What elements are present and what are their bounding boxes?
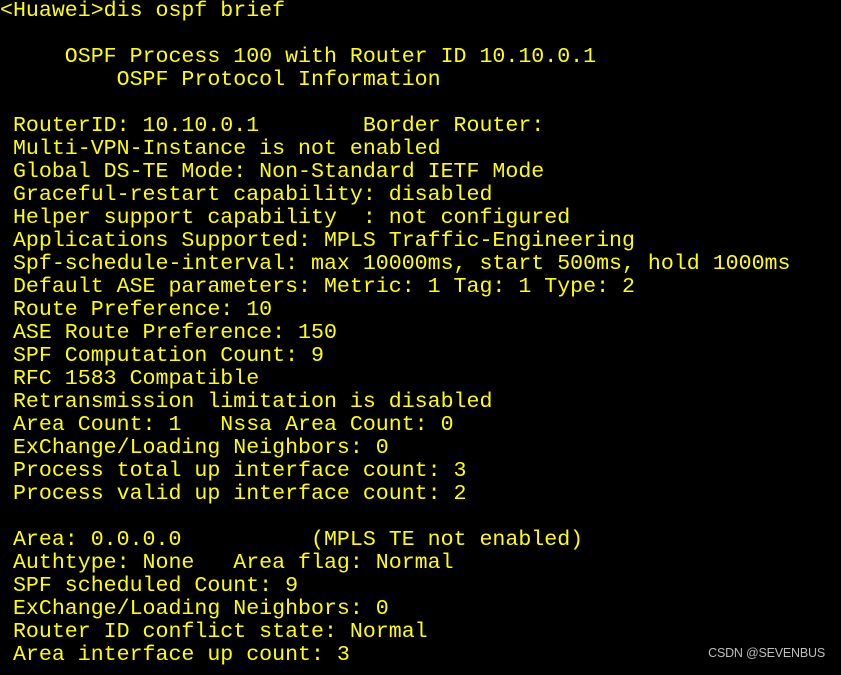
output-line-graceful-restart: Graceful-restart capability: disabled [0, 183, 493, 207]
watermark: CSDN @SEVENBUS [708, 646, 825, 660]
output-line-router-id-conflict: Router ID conflict state: Normal [0, 620, 428, 644]
output-line-valid-up-interface: Process valid up interface count: 2 [0, 482, 467, 506]
output-line-router-id: RouterID: 10.10.0.1 Border Router: [0, 114, 545, 138]
ospf-process-header: OSPF Process 100 with Router ID 10.10.0.… [0, 45, 597, 69]
output-line-exchange-neighbors: ExChange/Loading Neighbors: 0 [0, 436, 389, 460]
output-line-retransmission: Retransmission limitation is disabled [0, 390, 493, 414]
output-line-area-count: Area Count: 1 Nssa Area Count: 0 [0, 413, 454, 437]
output-line-spf-computation-count: SPF Computation Count: 9 [0, 344, 324, 368]
output-line-area-interface-up: Area interface up count: 3 [0, 643, 350, 667]
output-line-ase-route-preference: ASE Route Preference: 150 [0, 321, 337, 345]
output-line-area: Area: 0.0.0.0 (MPLS TE not enabled) [0, 528, 584, 552]
output-line-ds-te-mode: Global DS-TE Mode: Non-Standard IETF Mod… [0, 160, 545, 184]
terminal-window[interactable]: <Huawei>dis ospf brief OSPF Process 100 … [0, 0, 841, 675]
output-line-total-up-interface: Process total up interface count: 3 [0, 459, 467, 483]
ospf-protocol-info-header: OSPF Protocol Information [0, 68, 441, 92]
output-line-route-preference: Route Preference: 10 [0, 298, 273, 322]
output-line-area-exchange-neighbors: ExChange/Loading Neighbors: 0 [0, 597, 389, 621]
output-line-applications: Applications Supported: MPLS Traffic-Eng… [0, 229, 635, 253]
output-line-spf-scheduled-count: SPF scheduled Count: 9 [0, 574, 299, 598]
output-line-rfc-1583: RFC 1583 Compatible [0, 367, 260, 391]
output-line-default-ase: Default ASE parameters: Metric: 1 Tag: 1… [0, 275, 635, 299]
output-line-authtype: Authtype: None Area flag: Normal [0, 551, 454, 575]
output-line-spf-schedule: Spf-schedule-interval: max 10000ms, star… [0, 252, 791, 276]
output-line-helper-support: Helper support capability : not configur… [0, 206, 571, 230]
output-line-multi-vpn: Multi-VPN-Instance is not enabled [0, 137, 441, 161]
command-prompt-line: <Huawei>dis ospf brief [0, 0, 286, 23]
